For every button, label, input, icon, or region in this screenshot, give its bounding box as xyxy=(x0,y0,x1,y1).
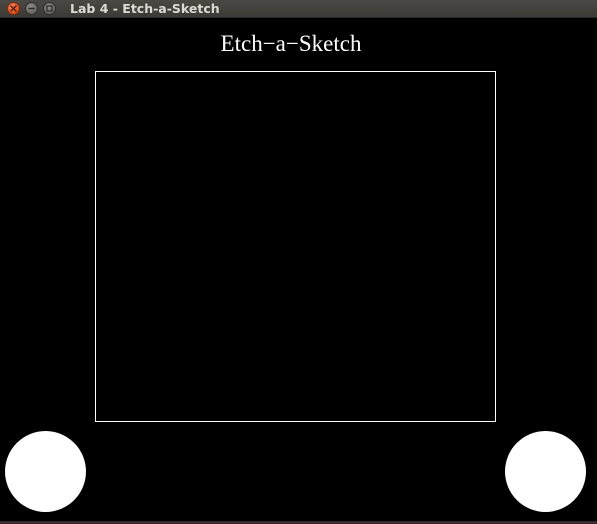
right-knob[interactable] xyxy=(505,431,586,512)
app-window: Lab 4 - Etch-a-Sketch Etch−a−Sketch xyxy=(0,0,597,524)
maximize-icon xyxy=(46,5,53,12)
window-close-button[interactable] xyxy=(7,2,20,15)
title-bar[interactable]: Lab 4 - Etch-a-Sketch xyxy=(0,0,597,18)
minimize-icon xyxy=(28,7,35,10)
close-icon xyxy=(10,5,17,12)
left-knob[interactable] xyxy=(5,431,86,512)
window-maximize-button[interactable] xyxy=(43,2,56,15)
drawing-canvas[interactable] xyxy=(95,71,496,422)
window-title: Lab 4 - Etch-a-Sketch xyxy=(70,1,220,16)
page-title: Etch−a−Sketch xyxy=(220,31,362,56)
window-minimize-button[interactable] xyxy=(25,2,38,15)
